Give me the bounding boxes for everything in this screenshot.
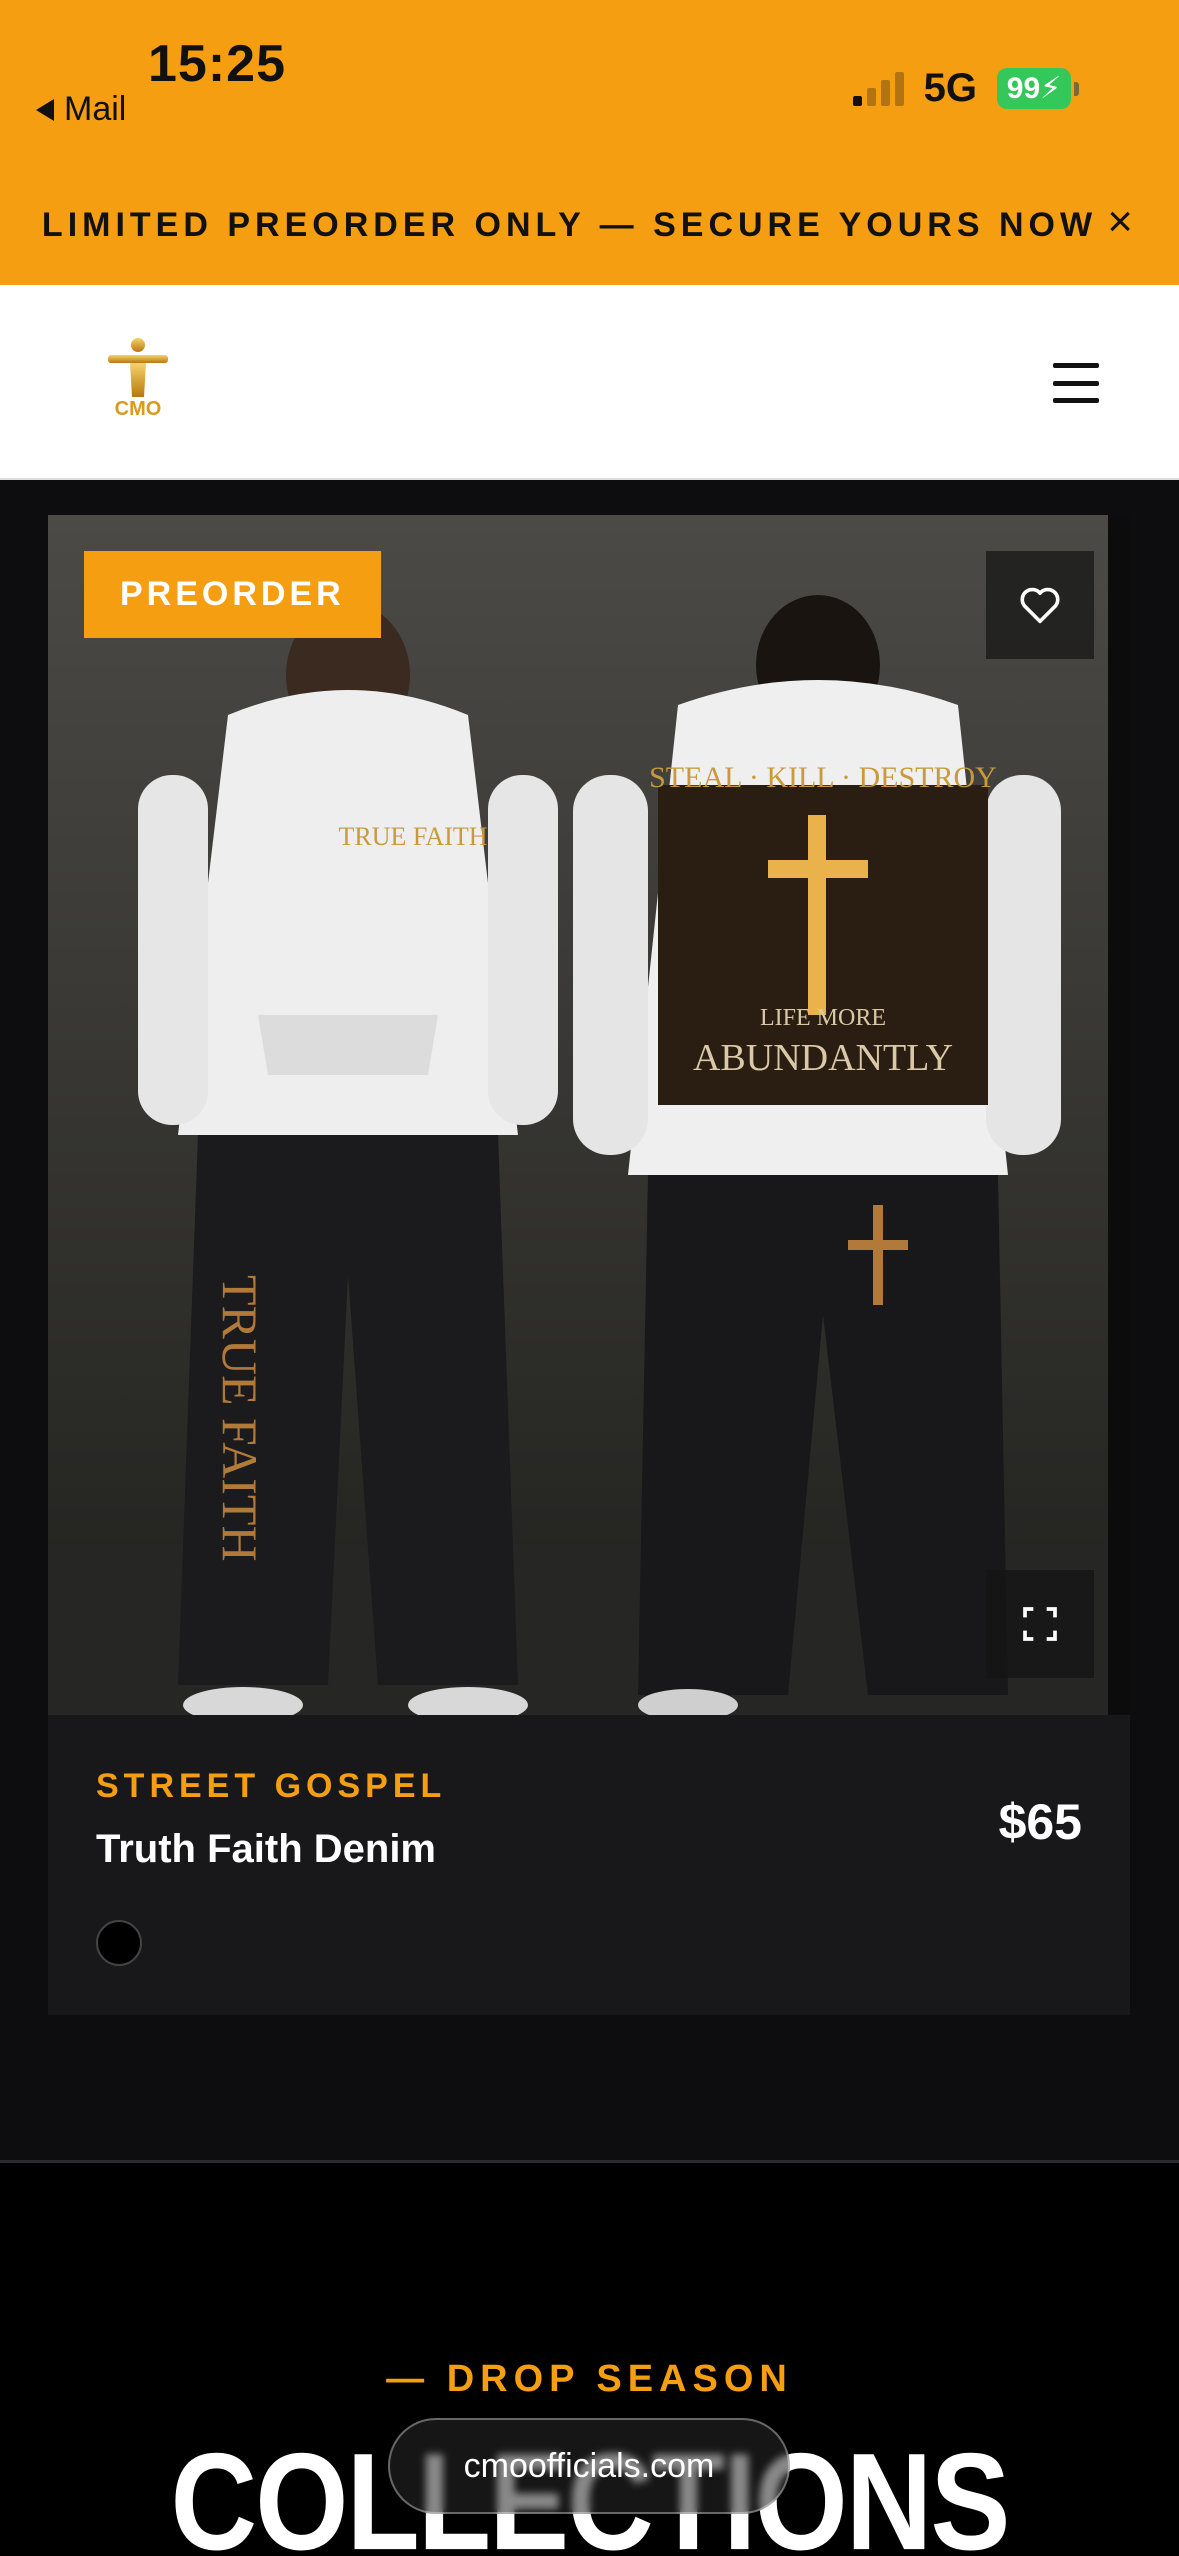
top-banner-area: 15:25 Mail 5G 99⚡ LIMITED PREORDER ONLY … (0, 0, 1179, 285)
fullscreen-icon (1023, 1607, 1057, 1641)
expand-image-button[interactable] (986, 1570, 1094, 1678)
hoodie-back-big-print: ABUNDANTLY (693, 1037, 953, 1079)
product-name[interactable]: Truth Faith Denim (96, 1827, 436, 1872)
product-image[interactable]: TRUE FAITH TRUE FAITH STEAL · KILL · DES… (48, 515, 1130, 1715)
product-card[interactable]: TRUE FAITH TRUE FAITH STEAL · KILL · DES… (48, 515, 1130, 2015)
hamburger-menu-icon[interactable] (1053, 363, 1099, 403)
battery-icon: 99⚡ (997, 68, 1079, 109)
product-info: STREET GOSPEL Truth Faith Denim $65 (48, 1715, 1130, 2015)
product-price: $65 (998, 1794, 1082, 1850)
cmo-logo-icon[interactable]: CMO (98, 335, 178, 423)
status-time: 15:25 (148, 35, 286, 93)
heart-icon (1020, 587, 1060, 624)
site-header: CMO (0, 285, 1179, 480)
hoodie-front-print: TRUE FAITH (338, 822, 487, 851)
hoodie-back-top-print: STEAL · KILL · DESTROY (649, 761, 997, 794)
hoodie-back-mid-print: LIFE MORE (760, 1005, 886, 1031)
back-app-label: Mail (64, 90, 127, 128)
browser-url-bar[interactable]: cmoofficials.com (388, 2418, 790, 2514)
promo-close-button[interactable]: × (1107, 200, 1133, 244)
promo-banner-text: LIMITED PREORDER ONLY — SECURE YOURS NOW (41, 206, 1098, 244)
product-collection[interactable]: STREET GOSPEL (96, 1767, 446, 1806)
drop-season-section: — DROP SEASON COLLECTIONS cmoofficials.c… (0, 2163, 1179, 2556)
preorder-badge: PREORDER (84, 551, 381, 638)
status-indicators: 5G 99⚡ (852, 66, 1079, 111)
back-to-mail-link[interactable]: Mail (36, 90, 126, 129)
favorite-button[interactable] (986, 551, 1094, 659)
network-type: 5G (923, 66, 977, 110)
jeans-leg-print: TRUE FAITH (212, 1275, 268, 1562)
cellular-signal-icon (852, 71, 904, 106)
battery-level: 99⚡ (997, 68, 1071, 109)
color-swatch-black[interactable] (96, 1920, 142, 1966)
svg-text:CMO: CMO (115, 398, 162, 420)
back-arrow-icon (36, 98, 54, 121)
section-eyebrow: — DROP SEASON (386, 2358, 793, 2400)
